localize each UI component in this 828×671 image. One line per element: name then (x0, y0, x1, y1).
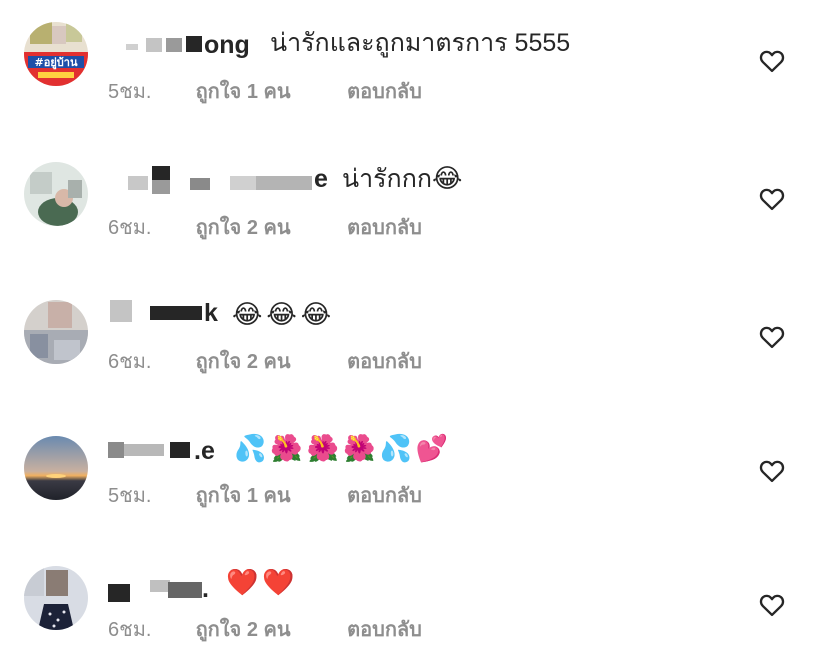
comment-time: 6ชม. (108, 217, 152, 239)
comment-text: น่ารักและถูกมาตรการ 5555 (270, 28, 570, 58)
comment-meta: 6ชม. ถูกใจ 2 คน ตอบกลับ (108, 216, 422, 240)
likes-count-link[interactable]: ถูกใจ 2 คน (196, 350, 342, 374)
heart-outline-icon[interactable] (758, 47, 786, 75)
comment-emoji: 😂😂😂 (232, 300, 336, 330)
avatar[interactable]: #อยู่บ้าน (24, 22, 88, 86)
username[interactable]: .e (108, 437, 228, 466)
avatar[interactable] (24, 566, 88, 630)
likes-count-link[interactable]: ถูกใจ 2 คน (196, 216, 342, 240)
comment-meta: 5ชม. ถูกใจ 1 คน ตอบกลับ (108, 80, 422, 104)
heart-outline-icon[interactable] (758, 323, 786, 351)
comment-emoji: 💦🌺🌺🌺💦💕 (234, 434, 453, 464)
comment-item: e น่ารักกก😂 6ชม. ถูกใจ 2 คน ตอบกลับ (0, 134, 828, 268)
username-visible-part: e (314, 165, 328, 193)
reply-button[interactable]: ตอบกลับ (347, 216, 422, 240)
reply-button[interactable]: ตอบกลับ (347, 80, 422, 104)
username[interactable]: . (108, 576, 228, 602)
comment-text: 😂😂😂 (232, 300, 335, 330)
avatar-badge-text: #อยู่บ้าน (35, 56, 78, 70)
heart-outline-icon[interactable] (758, 457, 786, 485)
avatar[interactable] (24, 436, 88, 500)
username-visible-part: . (202, 575, 209, 603)
comment-item: .e 💦🌺🌺🌺💦💕 5ชม. ถูกใจ 1 คน ตอบกลับ (0, 402, 828, 536)
comment-text: 💦🌺🌺🌺💦💕 (234, 434, 452, 464)
comment-item: k 😂😂😂 6ชม. ถูกใจ 2 คน ตอบกลับ (0, 268, 828, 402)
comment-text: ❤️❤️ (226, 568, 299, 598)
avatar[interactable] (24, 162, 88, 226)
comment-item: . ❤️❤️ 6ชม. ถูกใจ 2 คน ตอบกลับ (0, 536, 828, 670)
likes-count-link[interactable]: ถูกใจ 2 คน (196, 618, 342, 642)
comment-meta: 6ชม. ถูกใจ 2 คน ตอบกลับ (108, 618, 422, 642)
comment-emoji: ❤️❤️ (226, 568, 299, 598)
heart-outline-icon[interactable] (758, 591, 786, 619)
username-visible-part: .e (194, 437, 215, 465)
comment-time: 5ชม. (108, 81, 152, 103)
likes-count-link[interactable]: ถูกใจ 1 คน (196, 80, 342, 104)
heart-outline-icon[interactable] (758, 185, 786, 213)
reply-button[interactable]: ตอบกลับ (347, 350, 422, 374)
avatar[interactable] (24, 300, 88, 364)
comment-message: น่ารักกก (342, 165, 432, 193)
username[interactable]: k (108, 300, 228, 326)
comment-time: 6ชม. (108, 619, 152, 641)
comment-text: น่ารักกก😂 (342, 164, 466, 194)
reply-button[interactable]: ตอบกลับ (347, 618, 422, 642)
comment-message: น่ารักและถูกมาตรการ 5555 (270, 29, 571, 57)
username[interactable]: e (108, 165, 348, 194)
comment-meta: 5ชม. ถูกใจ 1 คน ตอบกลับ (108, 484, 422, 508)
username-visible-part: k (204, 299, 218, 327)
comment-time: 5ชม. (108, 485, 152, 507)
username[interactable]: ong (108, 32, 258, 58)
comment-item: #อยู่บ้าน ong น่ารักและถูกมาตรการ 5555 5… (0, 0, 828, 134)
comment-emoji: 😂 (431, 164, 467, 194)
likes-count-link[interactable]: ถูกใจ 1 คน (196, 484, 342, 508)
comment-meta: 6ชม. ถูกใจ 2 คน ตอบกลับ (108, 350, 422, 374)
username-visible-part: ong (204, 31, 250, 59)
comment-time: 6ชม. (108, 351, 152, 373)
reply-button[interactable]: ตอบกลับ (347, 484, 422, 508)
